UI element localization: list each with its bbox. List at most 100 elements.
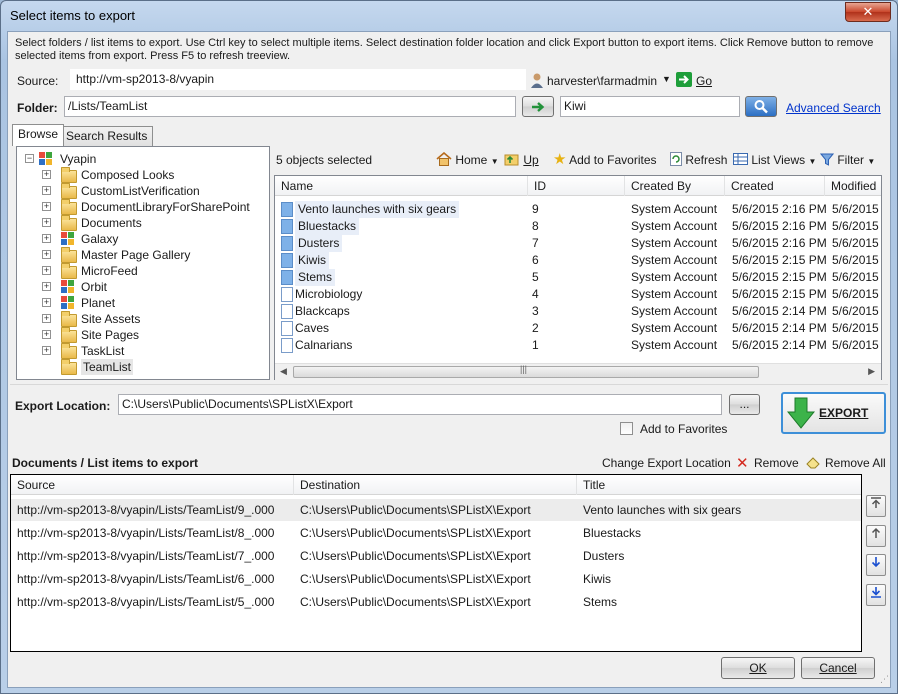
source-field[interactable]: http://vm-sp2013-8/vyapin (70, 69, 526, 90)
chevron-down-icon[interactable]: ▼ (491, 157, 499, 166)
list-item-icon (281, 219, 293, 234)
home-button[interactable]: Home ▼ (436, 151, 499, 169)
scrollbar-thumb[interactable]: ||| (293, 364, 759, 378)
column-header-created[interactable]: Created (725, 176, 825, 196)
close-button[interactable]: ✕ (845, 2, 891, 22)
list-item[interactable]: Stems 5 System Account 5/6/2015 2:15 PM 5/6/… (275, 269, 881, 286)
column-header-id[interactable]: ID (528, 176, 625, 196)
queue-row[interactable]: http://vm-sp2013-8/vyapin/Lists/TeamList… (11, 568, 861, 590)
queue-cell-source: http://vm-sp2013-8/vyapin/Lists/TeamList… (17, 549, 275, 563)
list-cell-modified: 5/6/2015 (832, 338, 879, 352)
expand-icon[interactable]: + (42, 186, 51, 195)
export-path-input[interactable]: C:\Users\Public\Documents\SPListX\Export (118, 394, 722, 415)
add-to-favorites-button[interactable]: ★ Add to Favorites (553, 151, 657, 169)
list-item[interactable]: Caves 2 System Account 5/6/2015 2:14 PM 5/6/… (275, 320, 881, 337)
remove-icon[interactable]: ✕ (736, 454, 749, 472)
queue-cell-dest: C:\Users\Public\Documents\SPListX\Export (300, 503, 531, 517)
list-item[interactable]: Blackcaps 3 System Account 5/6/2015 2:14 PM… (275, 303, 881, 320)
folder-tree[interactable]: − Vyapin + Composed Looks + CustomListVerif… (16, 146, 270, 380)
tab-browse[interactable]: Browse (12, 124, 65, 146)
change-export-location-button[interactable]: Change Export Location (602, 456, 731, 470)
navigate-button[interactable] (522, 96, 554, 117)
expand-icon[interactable]: + (42, 170, 51, 179)
list-item[interactable]: Microbiology 4 System Account 5/6/2015 2:15… (275, 286, 881, 303)
folder-path-input[interactable]: /Lists/TeamList (64, 96, 516, 117)
column-header-modified[interactable]: Modified (825, 176, 881, 196)
expand-icon[interactable]: + (42, 218, 51, 227)
move-bottom-button[interactable] (866, 584, 886, 606)
search-button[interactable] (745, 96, 777, 117)
expand-icon[interactable]: + (42, 234, 51, 243)
list-cell-modified: 5/6/2015 (832, 287, 879, 301)
queue-row[interactable]: http://vm-sp2013-8/vyapin/Lists/TeamList… (11, 591, 861, 613)
user-name[interactable]: harvester\farmadmin (547, 74, 657, 88)
list-views-button[interactable]: List Views ▼ (733, 151, 816, 169)
scroll-left-icon[interactable]: ◀ (280, 366, 287, 377)
collapse-icon[interactable]: − (25, 154, 34, 163)
column-header-title[interactable]: Title (577, 475, 861, 495)
export-queue-grid[interactable]: Source Destination Title http://vm-sp201… (10, 474, 862, 652)
move-top-icon (871, 497, 881, 508)
expand-icon[interactable]: + (42, 250, 51, 259)
folder-icon (61, 327, 77, 343)
expand-icon[interactable]: + (42, 266, 51, 275)
list-cell-created: 5/6/2015 2:14 PM (732, 338, 827, 352)
queue-cell-title: Dusters (583, 549, 625, 563)
up-button[interactable]: Up (504, 151, 539, 169)
expand-icon[interactable]: + (42, 346, 51, 355)
list-item[interactable]: Kiwis 6 System Account 5/6/2015 2:15 PM 5/6/… (275, 252, 881, 269)
expand-icon[interactable]: + (42, 314, 51, 323)
folder-icon (61, 247, 77, 263)
horizontal-scrollbar[interactable]: ◀ ||| ▶ (275, 363, 881, 380)
cancel-button[interactable]: Cancel (801, 657, 875, 679)
tab-search-results[interactable]: Search Results (60, 126, 154, 146)
move-top-button[interactable] (866, 495, 886, 517)
ok-button[interactable]: OK (721, 657, 795, 679)
eraser-icon[interactable] (806, 457, 821, 472)
resize-grip-icon[interactable]: ⋰ (880, 674, 889, 685)
remove-all-button[interactable]: Remove All (825, 456, 886, 470)
expand-icon[interactable]: + (42, 298, 51, 307)
scroll-right-icon[interactable]: ▶ (868, 366, 875, 377)
queue-cell-title: Stems (583, 595, 618, 609)
list-cell-id: 8 (532, 219, 539, 233)
export-button[interactable]: EXPORT (781, 392, 886, 434)
items-grid[interactable]: Name ID Created By Created Modified Vent… (274, 175, 882, 380)
column-header-destination[interactable]: Destination (294, 475, 577, 495)
queue-grid-header: Source Destination Title (11, 475, 861, 495)
list-cell-id: 4 (532, 287, 539, 301)
list-item[interactable]: Vento launches with six gears 9 System Acc… (275, 201, 881, 218)
go-button[interactable]: Go (696, 74, 712, 88)
grip-icon: ||| (520, 364, 528, 374)
user-icon (530, 72, 544, 88)
chevron-down-icon[interactable]: ▼ (867, 157, 875, 166)
queue-row[interactable]: http://vm-sp2013-8/vyapin/Lists/TeamList… (11, 545, 861, 567)
expand-icon[interactable]: + (42, 282, 51, 291)
queue-cell-source: http://vm-sp2013-8/vyapin/Lists/TeamList… (17, 572, 275, 586)
column-header-created-by[interactable]: Created By (625, 176, 725, 196)
browse-button[interactable]: ... (729, 394, 760, 415)
move-down-button[interactable] (866, 554, 886, 576)
expand-icon[interactable]: + (42, 202, 51, 211)
go-icon[interactable] (676, 72, 692, 87)
chevron-down-icon[interactable]: ▼ (809, 157, 817, 166)
chevron-down-icon[interactable]: ▼ (662, 74, 671, 84)
queue-row[interactable]: http://vm-sp2013-8/vyapin/Lists/TeamList… (11, 522, 861, 544)
advanced-search-link[interactable]: Advanced Search (786, 101, 881, 115)
column-header-source[interactable]: Source (11, 475, 294, 495)
list-cell-created: 5/6/2015 2:15 PM (732, 287, 827, 301)
list-item[interactable]: Bluestacks 8 System Account 5/6/2015 2:16 P… (275, 218, 881, 235)
expand-icon[interactable]: + (42, 330, 51, 339)
search-input[interactable]: Kiwi (560, 96, 740, 117)
add-to-favorites-checkbox[interactable] (620, 422, 633, 435)
filter-button[interactable]: Filter ▼ (819, 151, 875, 169)
remove-button[interactable]: Remove (754, 456, 799, 470)
refresh-icon (670, 152, 682, 166)
list-item[interactable]: Dusters 7 System Account 5/6/2015 2:16 PM 5/… (275, 235, 881, 252)
list-item[interactable]: Calnarians 1 System Account 5/6/2015 2:14 P… (275, 337, 881, 354)
column-header-name[interactable]: Name (275, 176, 528, 196)
move-up-button[interactable] (866, 525, 886, 547)
list-cell-modified: 5/6/2015 (832, 253, 879, 267)
queue-row[interactable]: http://vm-sp2013-8/vyapin/Lists/TeamList… (11, 499, 861, 521)
refresh-button[interactable]: Refresh (670, 151, 727, 169)
